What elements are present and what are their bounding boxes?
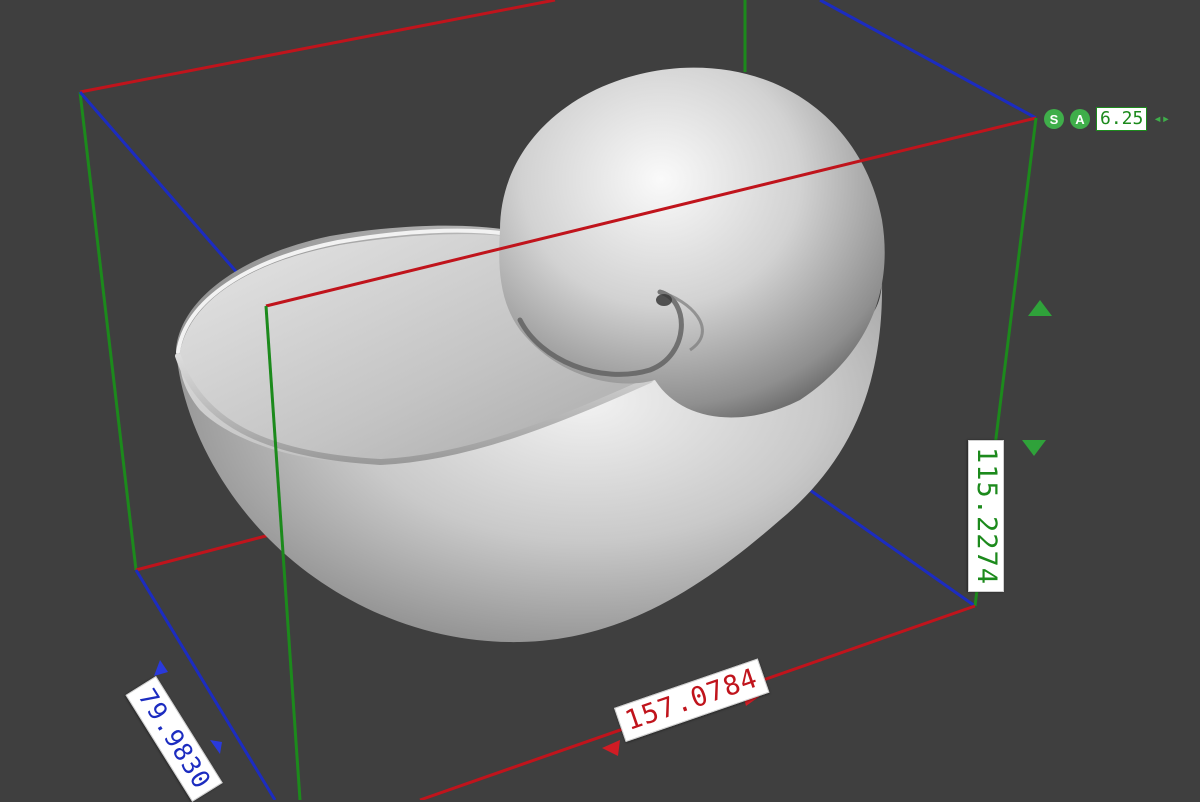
snap-value-stepper-icon[interactable]: ◂▸ xyxy=(1153,108,1170,130)
height-handle-up-icon xyxy=(1028,300,1052,316)
depth-handle-up-icon xyxy=(154,660,168,676)
box-edge-back-left-y xyxy=(78,91,138,571)
height-handle-down-icon xyxy=(1022,440,1046,456)
shell-umbilicus xyxy=(656,294,672,306)
snap-toggle-button[interactable]: S xyxy=(1044,109,1064,129)
box-edge-top-right-z xyxy=(819,0,1037,120)
3d-viewport[interactable]: 157.0784 115.2274 79.9830 S A 6.25 ◂▸ xyxy=(0,0,1200,802)
box-edge-back-top-x xyxy=(79,0,556,94)
width-handle-left-icon xyxy=(602,740,620,756)
angle-snap-button[interactable]: A xyxy=(1070,109,1090,129)
snap-value-field[interactable]: 6.25 xyxy=(1096,107,1148,131)
snap-gizmo: S A 6.25 ◂▸ xyxy=(1044,107,1170,131)
height-dimension-readout[interactable]: 115.2274 xyxy=(968,440,1004,593)
depth-handle-down-icon xyxy=(210,740,222,754)
scene xyxy=(78,0,1052,800)
